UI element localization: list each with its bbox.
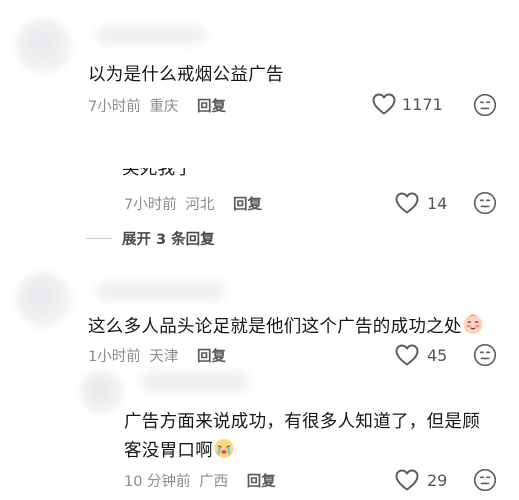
comment-meta: 1小时前 天津 回复 [88,345,226,366]
avatar[interactable] [16,272,72,328]
like-count: 1171 [402,94,443,114]
comment-time: 7小时前 [88,99,141,115]
expand-divider [86,238,112,239]
comment-text: 这么多人品头论足就是他们这个广告的成功之处 [88,313,484,340]
expand-replies-label[interactable]: 展开 3 条回复 [122,228,215,249]
comment-meta: 7小时前 河北 回复 [124,193,262,214]
comment-time: 1小时前 [88,349,141,365]
comment-text-line2: 客没胃口啊 [124,437,235,464]
reply-button[interactable]: 回复 [247,474,276,490]
reply-button[interactable]: 回复 [233,197,262,213]
blush-emoji [463,314,483,334]
crying-emoji [214,439,234,458]
like-count: 29 [427,470,448,490]
like-button[interactable]: 29 [395,469,447,491]
reply-button[interactable]: 回复 [197,99,226,115]
comment-location: 广西 [199,474,229,490]
comment-text-content: 这么多人品头论足就是他们这个广告的成功之处 [88,317,462,337]
like-button[interactable]: 14 [395,192,447,214]
heart-icon [395,469,419,491]
comment-time: 7小时前 [124,197,177,213]
avatar[interactable] [80,370,124,414]
neutral-face-icon [473,93,497,117]
dislike-button[interactable] [473,468,497,496]
username[interactable] [96,282,226,300]
comment-text-content: 客没胃口啊 [124,441,213,461]
reply-text-clip: 笑死我了 [122,168,242,182]
comment-text-line1: 广告方面来说成功，有很多人知道了，但是顾 [124,412,480,432]
dislike-button[interactable] [473,93,497,121]
dislike-button[interactable] [473,191,497,219]
avatar[interactable] [16,18,72,74]
neutral-face-icon [473,343,497,367]
neutral-face-icon [473,468,497,492]
username[interactable] [96,26,206,44]
heart-icon [395,192,419,214]
reply-button[interactable]: 回复 [197,349,226,365]
like-button[interactable]: 1171 [372,93,443,115]
comment-location: 天津 [149,349,179,365]
heart-icon [372,93,396,115]
comment-text: 笑死我了 [122,168,194,179]
heart-icon [395,344,419,366]
comment-location: 重庆 [149,99,179,115]
like-count: 14 [427,193,448,213]
expand-replies[interactable]: 展开 3 条回复 [86,228,215,249]
comment-time: 10 分钟前 [124,474,191,490]
comment-text: 以为是什么戒烟公益广告 [88,65,284,85]
username[interactable] [140,372,250,392]
comment-location: 河北 [185,197,215,213]
comment-meta: 7小时前 重庆 回复 [88,95,226,116]
dislike-button[interactable] [473,343,497,371]
neutral-face-icon [473,191,497,215]
like-count: 45 [427,345,448,365]
comment-meta: 10 分钟前 广西 回复 [124,470,276,491]
like-button[interactable]: 45 [395,344,447,366]
